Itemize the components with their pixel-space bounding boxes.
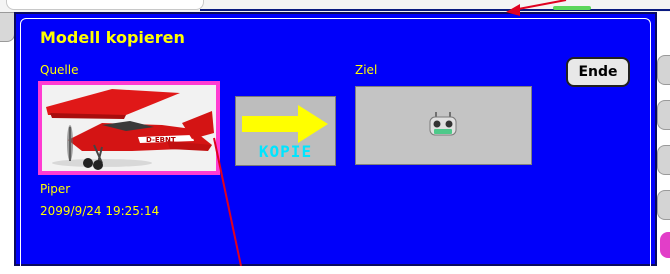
destination-label: Ziel <box>355 63 378 77</box>
right-side-tab-2[interactable] <box>657 100 670 130</box>
model-name: Piper <box>40 182 71 196</box>
source-model-slot[interactable]: D-EBNT <box>38 81 220 175</box>
top-tab <box>6 0 204 10</box>
copy-button[interactable]: KOPIE <box>235 96 336 166</box>
top-divider <box>200 9 670 11</box>
right-arrow-icon <box>242 105 328 143</box>
destination-model-slot[interactable] <box>355 86 532 165</box>
right-side-tab-1[interactable] <box>657 55 670 85</box>
transmitter-icon <box>429 112 457 136</box>
right-side-tab-active[interactable] <box>660 232 670 258</box>
left-side-tab[interactable] <box>0 12 15 42</box>
dialog-title: Modell kopieren <box>40 28 185 47</box>
right-side-tab-4[interactable] <box>657 190 670 220</box>
right-side-tab-3[interactable] <box>657 145 670 175</box>
airplane-image: D-EBNT <box>42 85 216 171</box>
end-button[interactable]: Ende <box>566 57 630 87</box>
copy-model-dialog: Modell kopieren Quelle Ziel Ende D-EBNT <box>14 12 657 274</box>
copy-label: KOPIE <box>258 142 313 161</box>
status-indicator <box>553 6 591 10</box>
model-datetime: 2099/9/24 19:25:14 <box>40 204 160 218</box>
source-label: Quelle <box>40 63 79 77</box>
